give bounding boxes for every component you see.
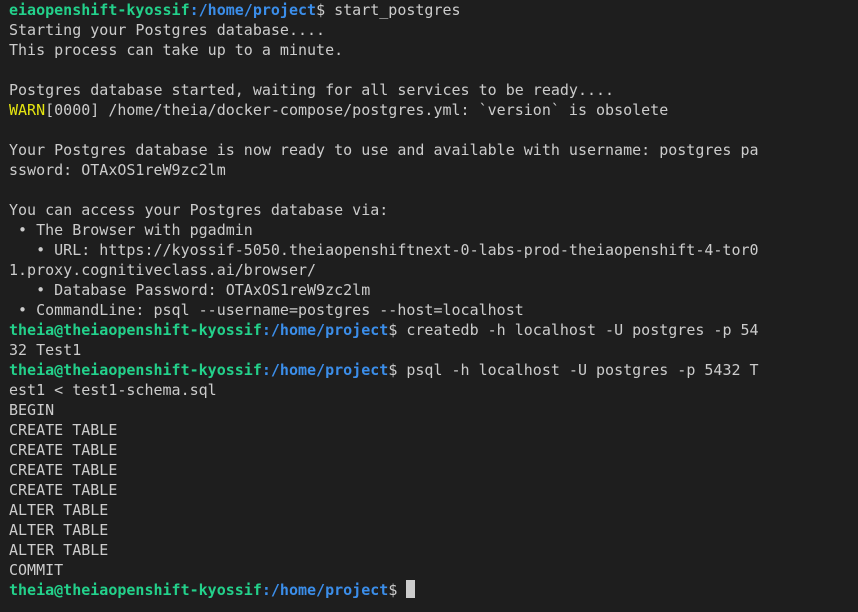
line-text: 32 Test1 xyxy=(9,341,82,359)
line-text: est1 < test1-schema.sql xyxy=(9,381,217,399)
terminal-cursor[interactable] xyxy=(406,580,416,598)
output-line: 32 Test1 xyxy=(9,340,858,360)
output-line: Postgres database started, waiting for a… xyxy=(9,80,858,100)
line-text: 1.proxy.cognitiveclass.ai/browser/ xyxy=(9,261,317,279)
terminal-window[interactable]: eiaopenshift-kyossif:/home/project$ star… xyxy=(0,0,858,612)
prompt-line: theia@theiaopenshift-kyossif:/home/proje… xyxy=(9,320,858,340)
output-line: Your Postgres database is now ready to u… xyxy=(9,140,858,160)
prompt-path: :/home/project xyxy=(261,581,389,599)
output-line: ALTER TABLE xyxy=(9,540,858,560)
output-line: • CommandLine: psql --username=postgres … xyxy=(9,300,858,320)
output-line: This process can take up to a minute. xyxy=(9,40,858,60)
line-text: CREATE TABLE xyxy=(9,461,118,479)
command-text: start_postgres xyxy=(325,1,461,19)
prompt-symbol: $ xyxy=(388,581,398,599)
prompt-path: :/home/project xyxy=(261,321,389,339)
output-line: ssword: OTAxOS1reW9zc2lm xyxy=(9,160,858,180)
line-text: CREATE TABLE xyxy=(9,441,118,459)
prompt-path: :/home/project xyxy=(189,1,317,19)
line-text: ALTER TABLE xyxy=(9,521,109,539)
output-line: COMMIT xyxy=(9,560,858,580)
prompt-user: eiaopenshift-kyossif xyxy=(9,1,190,19)
line-text: BEGIN xyxy=(9,401,55,419)
warn-label: WARN xyxy=(9,101,46,119)
line-text: Postgres database started, waiting for a… xyxy=(9,81,615,99)
line-text: [0000] /home/theia/docker-compose/postgr… xyxy=(45,101,669,119)
prompt-line: theia@theiaopenshift-kyossif:/home/proje… xyxy=(9,580,858,600)
output-line: ALTER TABLE xyxy=(9,500,858,520)
output-line: BEGIN xyxy=(9,400,858,420)
output-line: WARN[0000] /home/theia/docker-compose/po… xyxy=(9,100,858,120)
prompt-symbol: $ xyxy=(388,321,398,339)
line-text: ssword: OTAxOS1reW9zc2lm xyxy=(9,161,226,179)
output-line: Starting your Postgres database.... xyxy=(9,20,858,40)
output-line: • Database Password: OTAxOS1reW9zc2lm xyxy=(9,280,858,300)
line-text: • The Browser with pgadmin xyxy=(9,221,253,239)
command-text xyxy=(397,581,406,599)
line-text: • Database Password: OTAxOS1reW9zc2lm xyxy=(9,281,371,299)
line-text: COMMIT xyxy=(9,561,64,579)
output-line: est1 < test1-schema.sql xyxy=(9,380,858,400)
output-line: CREATE TABLE xyxy=(9,420,858,440)
prompt-user: theia@theiaopenshift-kyossif xyxy=(9,361,262,379)
terminal-output: eiaopenshift-kyossif:/home/project$ star… xyxy=(9,0,858,600)
line-text: ALTER TABLE xyxy=(9,501,109,519)
command-text: psql -h localhost -U postgres -p 5432 T xyxy=(397,361,759,379)
command-text: createdb -h localhost -U postgres -p 54 xyxy=(397,321,759,339)
prompt-symbol: $ xyxy=(388,361,398,379)
line-text: This process can take up to a minute. xyxy=(9,41,344,59)
output-line: 1.proxy.cognitiveclass.ai/browser/ xyxy=(9,260,858,280)
output-line: • URL: https://kyossif-5050.theiaopenshi… xyxy=(9,240,858,260)
line-text: ALTER TABLE xyxy=(9,541,109,559)
prompt-path: :/home/project xyxy=(261,361,389,379)
line-text: You can access your Postgres database vi… xyxy=(9,201,389,219)
output-line: CREATE TABLE xyxy=(9,460,858,480)
prompt-symbol: $ xyxy=(316,1,326,19)
prompt-user: theia@theiaopenshift-kyossif xyxy=(9,581,262,599)
prompt-line: theia@theiaopenshift-kyossif:/home/proje… xyxy=(9,360,858,380)
line-text: Your Postgres database is now ready to u… xyxy=(9,141,759,159)
prompt-user: theia@theiaopenshift-kyossif xyxy=(9,321,262,339)
output-line: CREATE TABLE xyxy=(9,440,858,460)
line-text: • URL: https://kyossif-5050.theiaopenshi… xyxy=(9,241,759,259)
output-line: You can access your Postgres database vi… xyxy=(9,200,858,220)
output-line: ALTER TABLE xyxy=(9,520,858,540)
prompt-line: eiaopenshift-kyossif:/home/project$ star… xyxy=(9,0,858,20)
line-text: • CommandLine: psql --username=postgres … xyxy=(9,301,524,319)
output-line: CREATE TABLE xyxy=(9,480,858,500)
line-text: CREATE TABLE xyxy=(9,481,118,499)
line-text: CREATE TABLE xyxy=(9,421,118,439)
line-text: Starting your Postgres database.... xyxy=(9,21,326,39)
output-line: • The Browser with pgadmin xyxy=(9,220,858,240)
